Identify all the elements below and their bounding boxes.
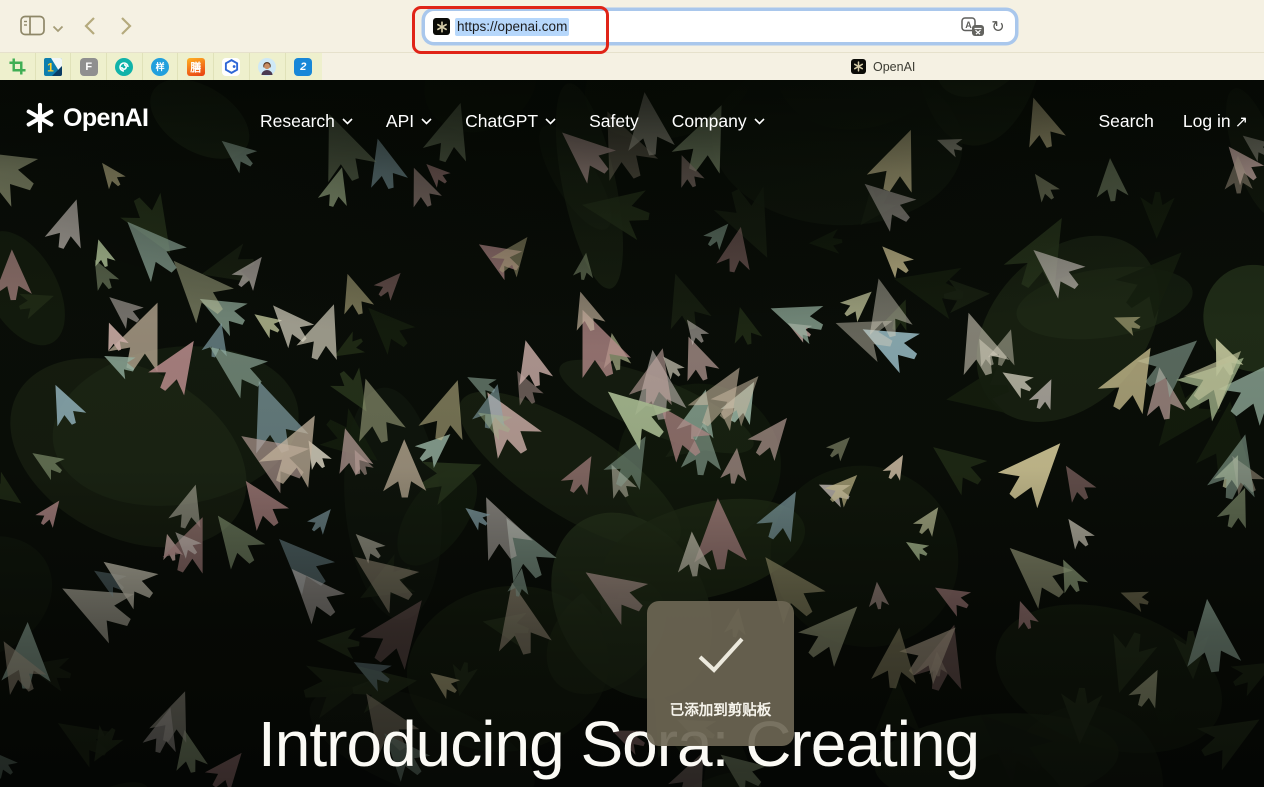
chevron-right-icon xyxy=(119,15,133,37)
openai-favicon-icon xyxy=(433,18,450,35)
sidebar-toggle-button[interactable] xyxy=(20,14,46,38)
chevron-down-icon xyxy=(545,118,556,125)
f-icon: F xyxy=(80,58,98,76)
toast-message: 已添加到剪贴板 xyxy=(670,699,772,720)
nav-label: Log in xyxy=(1183,111,1231,132)
chevron-left-icon xyxy=(83,15,97,37)
tab-bar: 1 F 样 膳 xyxy=(0,53,1264,80)
bookmark-photos[interactable]: 1 xyxy=(36,53,72,80)
browser-toolbar: https://openai.com A ↻ xyxy=(0,0,1264,53)
openai-logo[interactable]: OpenAI xyxy=(24,102,148,134)
reload-icon[interactable]: ↻ xyxy=(989,17,1007,37)
bookmark-f[interactable]: F xyxy=(71,53,107,80)
crop-icon xyxy=(9,58,26,75)
tab-openai[interactable]: OpenAI xyxy=(851,56,915,77)
openai-favicon-icon xyxy=(851,59,866,74)
clipboard-toast: 已添加到剪贴板 xyxy=(647,601,794,746)
openai-mark-icon xyxy=(24,102,56,134)
hero-background-image xyxy=(0,80,1264,787)
svg-text:A: A xyxy=(965,20,972,30)
nav-label: Research xyxy=(260,111,335,132)
nav-research[interactable]: Research xyxy=(260,111,353,132)
chevron-down-icon[interactable] xyxy=(52,21,64,31)
nav-safety[interactable]: Safety xyxy=(589,111,639,132)
bookmark-sync[interactable]: 2 xyxy=(286,53,322,80)
nav-api[interactable]: API xyxy=(386,111,432,132)
translate-icon[interactable]: A xyxy=(961,17,985,37)
chevron-down-icon xyxy=(754,118,765,125)
avatar-icon xyxy=(258,58,276,76)
nav-login[interactable]: Log in ↗ xyxy=(1183,111,1248,132)
address-bar[interactable]: https://openai.com A ↻ xyxy=(425,11,1015,42)
bookmarks-bar: 1 F 样 膳 xyxy=(0,53,322,80)
bookmark-shan[interactable]: 膳 xyxy=(178,53,214,80)
nav-label: ChatGPT xyxy=(465,111,538,132)
bookmark-seal[interactable]: 样 xyxy=(143,53,179,80)
openai-wordmark: OpenAI xyxy=(63,104,148,133)
tab-title: OpenAI xyxy=(873,60,915,74)
primary-nav: Research API ChatGPT Safety Company xyxy=(260,100,765,142)
site-nav: OpenAI Research API ChatGPT Safety xyxy=(0,100,1264,142)
checkmark-icon xyxy=(693,635,749,675)
openai-homepage-hero: OpenAI Research API ChatGPT Safety xyxy=(0,80,1264,787)
bookmark-spiral[interactable] xyxy=(107,53,143,80)
nav-chatgpt[interactable]: ChatGPT xyxy=(465,111,556,132)
external-link-arrow-icon: ↗ xyxy=(1235,112,1248,131)
headline-line-2: video from text xyxy=(258,781,1118,787)
forward-button[interactable] xyxy=(118,15,134,37)
hexagon-icon xyxy=(224,59,239,74)
nav-label: Safety xyxy=(589,111,639,132)
nav-label: Company xyxy=(672,111,747,132)
secondary-nav: Search Log in ↗ xyxy=(1098,100,1248,142)
photos-icon: 1 xyxy=(44,58,62,76)
browser-window: https://openai.com A ↻ xyxy=(0,0,1264,787)
sync-icon: 2 xyxy=(294,58,312,76)
chevron-down-icon xyxy=(342,118,353,125)
nav-label: API xyxy=(386,111,414,132)
svg-text:1: 1 xyxy=(47,60,54,74)
nav-search[interactable]: Search xyxy=(1098,111,1153,132)
nav-company[interactable]: Company xyxy=(672,111,765,132)
seal-icon: 样 xyxy=(151,58,169,76)
bookmark-avatar[interactable] xyxy=(250,53,286,80)
back-button[interactable] xyxy=(82,15,98,37)
url-input[interactable]: https://openai.com xyxy=(455,18,569,36)
nav-label: Search xyxy=(1098,111,1153,132)
spiral-icon xyxy=(115,58,133,76)
chevron-down-icon xyxy=(421,118,432,125)
bookmark-hexagon[interactable] xyxy=(214,53,250,80)
sidebar-icon xyxy=(20,14,46,38)
bookmark-crop[interactable] xyxy=(0,53,36,80)
shan-icon: 膳 xyxy=(187,58,205,76)
